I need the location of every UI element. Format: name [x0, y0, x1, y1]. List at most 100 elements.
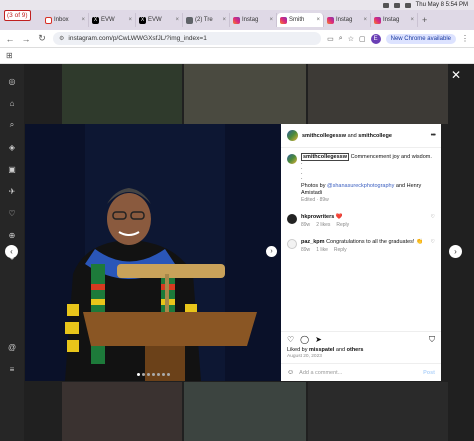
- menu-bar-clock[interactable]: Thu May 8 5:54 PM: [416, 2, 468, 8]
- next-post-button[interactable]: ›: [449, 245, 462, 258]
- like-heart-icon[interactable]: ♡: [287, 335, 294, 344]
- background-post-tile[interactable]: [308, 64, 448, 124]
- previous-post-button[interactable]: ‹: [5, 245, 18, 258]
- background-post-tile[interactable]: [184, 64, 306, 124]
- search-icon[interactable]: ⌕: [7, 120, 17, 130]
- commenter-avatar[interactable]: [287, 239, 297, 249]
- carousel-next-button[interactable]: ›: [266, 246, 277, 257]
- commenter-avatar[interactable]: [287, 214, 297, 224]
- author-connector: and: [347, 132, 357, 139]
- address-bar: ← → ↻ ⚙ instagram.com/p/CwLWWGXsfJL/?img…: [0, 30, 474, 48]
- like-comment-heart-icon[interactable]: ♡: [431, 214, 435, 229]
- carousel-dot: [146, 373, 150, 376]
- close-tab-icon[interactable]: ×: [269, 17, 273, 23]
- browser-tab[interactable]: Inbox ×: [42, 13, 89, 27]
- emoji-icon[interactable]: ☺: [287, 369, 294, 376]
- comment-likes-link[interactable]: 2 likes: [316, 222, 330, 229]
- post-header: smithcollegessw and smithcollege •••: [281, 124, 441, 148]
- comment-age: 89w: [301, 222, 311, 228]
- share-paper-plane-icon[interactable]: ➤: [315, 335, 322, 344]
- comment-bubble-icon[interactable]: ◯: [300, 335, 309, 344]
- close-tab-icon[interactable]: ×: [128, 17, 132, 23]
- close-tab-icon[interactable]: ×: [363, 17, 367, 23]
- browser-tab[interactable]: Instag ×: [230, 13, 277, 27]
- post-comment-button[interactable]: Post: [423, 370, 435, 376]
- control-center-icon[interactable]: [404, 2, 411, 8]
- add-comment-input[interactable]: Add a comment...: [299, 370, 342, 376]
- close-tab-icon[interactable]: ×: [81, 17, 85, 23]
- screen-cast-icon[interactable]: ▭: [327, 35, 334, 43]
- profile-avatar[interactable]: E: [370, 33, 381, 44]
- caption-meta: Edited · 89w: [301, 197, 329, 203]
- comment-username[interactable]: hkprowriters: [301, 214, 334, 220]
- site-info-icon[interactable]: ⚙: [59, 35, 64, 42]
- photographer-mention-link[interactable]: @shanasureckphotography: [327, 183, 394, 189]
- reels-icon[interactable]: ▣: [7, 164, 17, 174]
- browser-tab[interactable]: (2) Tre ×: [183, 13, 230, 27]
- reload-icon[interactable]: ↻: [37, 33, 47, 44]
- apps-grid-icon[interactable]: ⊞: [6, 51, 13, 60]
- battery-icon[interactable]: [393, 2, 400, 8]
- tab-label: (2) Tre: [195, 17, 213, 23]
- background-post-tile[interactable]: [62, 382, 182, 441]
- account-avatar[interactable]: [287, 130, 298, 141]
- close-tab-icon[interactable]: ×: [222, 17, 226, 23]
- close-tab-icon[interactable]: ×: [175, 17, 179, 23]
- x-favicon-icon: X: [92, 16, 99, 24]
- caption-dot-line: .: [301, 175, 303, 181]
- new-chrome-available-button[interactable]: New Chrome available: [385, 33, 456, 44]
- threads-icon[interactable]: @: [7, 342, 17, 352]
- comment-likes-link[interactable]: 1 like: [316, 247, 328, 254]
- author-username[interactable]: smithcollegessw: [302, 133, 346, 139]
- browser-tab[interactable]: Smith ×: [277, 13, 324, 27]
- messages-icon[interactable]: ✈: [7, 186, 17, 196]
- explore-icon[interactable]: ◈: [7, 142, 17, 152]
- carousel-dot: [161, 373, 165, 376]
- back-arrow-icon[interactable]: ←: [5, 34, 15, 44]
- close-modal-icon[interactable]: ✕: [451, 68, 461, 82]
- post-photo[interactable]: ›: [25, 124, 281, 381]
- browser-tab[interactable]: X EVW ×: [89, 13, 136, 27]
- comment-username[interactable]: paz_kpm: [301, 239, 325, 245]
- close-tab-icon[interactable]: ×: [410, 17, 414, 23]
- carousel-dot: [156, 373, 160, 376]
- comment-text: ❤️: [335, 214, 343, 220]
- comment-reply-link[interactable]: Reply: [334, 247, 347, 254]
- extensions-icon[interactable]: ▢: [359, 35, 366, 43]
- like-comment-heart-icon[interactable]: ♡: [431, 239, 435, 254]
- commencement-speaker-photo: [25, 124, 281, 381]
- home-icon[interactable]: ⌂: [7, 98, 17, 108]
- instagram-favicon-icon: [233, 16, 240, 24]
- carousel-dot: [151, 373, 155, 376]
- comment-age: 89w: [301, 247, 311, 253]
- notifications-icon[interactable]: ♡: [7, 208, 17, 218]
- bookmark-star-icon[interactable]: ☆: [348, 35, 354, 43]
- comment-reply-link[interactable]: Reply: [336, 222, 349, 229]
- tab-label: EVW: [148, 17, 162, 23]
- caption-avatar[interactable]: [287, 154, 297, 164]
- browser-tab[interactable]: Instag ×: [371, 13, 418, 27]
- chrome-menu-icon[interactable]: ⋮: [461, 34, 469, 43]
- background-post-tile[interactable]: [308, 382, 448, 441]
- close-tab-icon[interactable]: ×: [316, 17, 320, 23]
- wifi-icon[interactable]: [382, 2, 389, 8]
- collab-username[interactable]: smithcollege: [358, 133, 392, 139]
- save-bookmark-icon[interactable]: ⛉: [429, 335, 435, 345]
- carousel-indicator: [25, 373, 281, 376]
- credit-prefix: Photos by: [301, 183, 327, 189]
- new-tab-button[interactable]: +: [422, 15, 427, 25]
- url-text: instagram.com/p/CwLWWGXsfJL/?img_index=1: [68, 35, 207, 42]
- browser-tab[interactable]: Instag ×: [324, 13, 371, 27]
- forward-arrow-icon[interactable]: →: [21, 34, 31, 44]
- caption-username[interactable]: smithcollegessw: [301, 153, 350, 161]
- url-input[interactable]: ⚙ instagram.com/p/CwLWWGXsfJL/?img_index…: [53, 32, 322, 45]
- background-post-tile[interactable]: [184, 382, 306, 441]
- tab-counter-badge: (3 of 9): [4, 10, 31, 21]
- zoom-icon[interactable]: ⌕: [339, 35, 343, 43]
- browser-tab[interactable]: X EVW ×: [136, 13, 183, 27]
- instagram-logo-icon[interactable]: ◎: [7, 76, 17, 86]
- more-menu-icon[interactable]: ≡: [7, 364, 17, 374]
- create-icon[interactable]: ⊕: [7, 230, 17, 240]
- background-post-tile[interactable]: [62, 64, 182, 124]
- more-options-icon[interactable]: •••: [431, 132, 436, 139]
